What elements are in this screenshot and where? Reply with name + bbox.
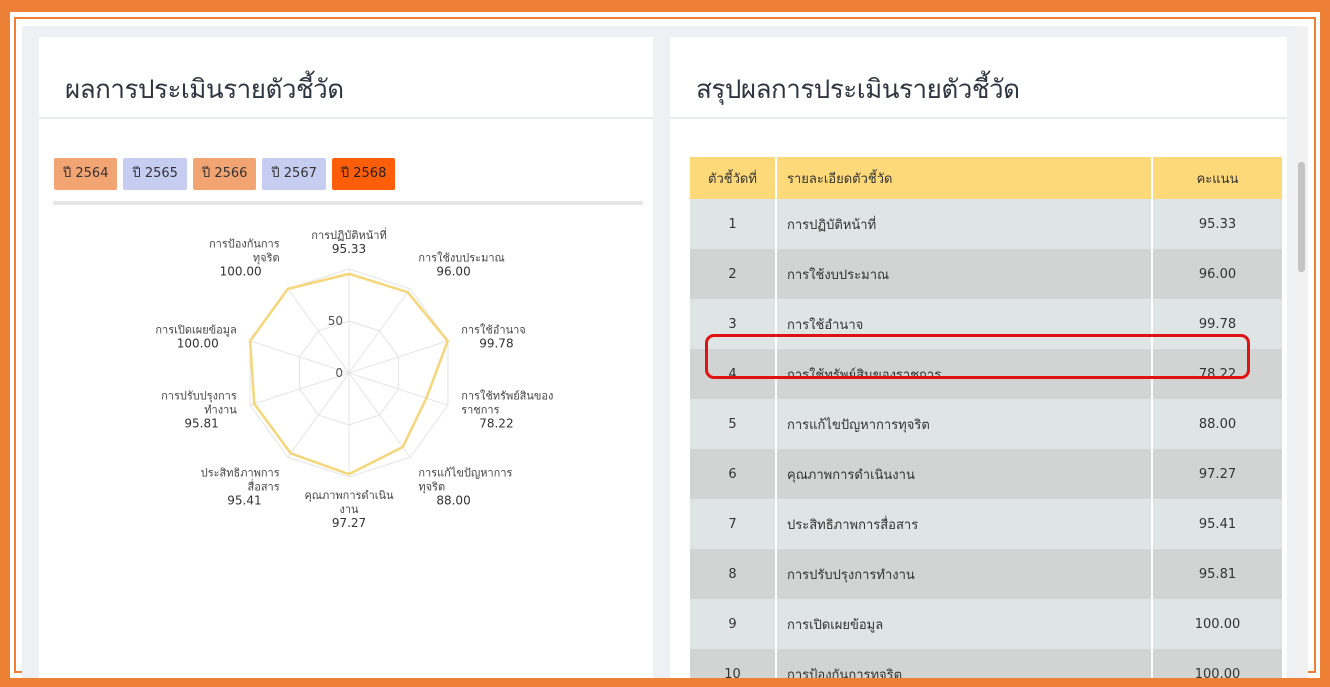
header-detail: รายละเอียดตัวชี้วัด [776, 157, 1153, 199]
radar-ring-label: 0 [335, 366, 343, 380]
radar-axis-label: การเปิดเผยข้อมูล [155, 324, 236, 337]
radar-spoke [287, 288, 350, 374]
row-number: 2 [690, 249, 777, 299]
radar-axis-label: การใช้ทรัพย์สินของ [461, 389, 553, 402]
row-detail: การเปิดเผยข้อมูล [776, 599, 1153, 649]
table-row: 5 การแก้ไขปัญหาการทุจริต 88.00 [690, 399, 1282, 449]
table-row: 2 การใช้งบประมาณ 96.00 [690, 249, 1282, 299]
row-number: 8 [690, 549, 777, 599]
right-panel-header: สรุปผลการประเมินรายตัวชี้วัด [670, 37, 1287, 119]
table-header-row: ตัวชี้วัดที่ รายละเอียดตัวชี้วัด คะแนน [690, 157, 1282, 199]
dashboard-area: ผลการประเมินรายตัวชี้วัด ปี 2564 ปี 2565 ป… [22, 26, 1308, 678]
table-row: 7 ประสิทธิภาพการสื่อสาร 95.41 [690, 499, 1282, 549]
row-score: 95.81 [1152, 549, 1282, 599]
radar-axis-label: การปรับปรุงการ [161, 389, 237, 402]
table-row: 1 การปฏิบัติหน้าที่ 95.33 [690, 199, 1282, 249]
radar-axis-label: ทุจริต [418, 480, 445, 493]
row-score: 97.27 [1152, 449, 1282, 499]
header-score: คะแนน [1152, 157, 1282, 199]
radar-axis-label: ราชการ [461, 403, 499, 416]
row-score: 99.78 [1152, 299, 1282, 349]
row-detail: การใช้ทรัพย์สินของราชการ [776, 349, 1153, 399]
left-panel: ผลการประเมินรายตัวชี้วัด ปี 2564 ปี 2565 ป… [39, 37, 653, 678]
table-row: 10 การป้องกันการทุจริต 100.00 [690, 649, 1282, 678]
row-score: 96.00 [1152, 249, 1282, 299]
radar-axis-label: ประสิทธิภาพการ [201, 466, 280, 479]
row-detail: การปรับปรุงการทำงาน [776, 549, 1153, 599]
radar-ring-label: 50 [328, 314, 343, 328]
row-number: 9 [690, 599, 777, 649]
radar-value-label: 95.33 [332, 242, 366, 256]
radar-axis-label: ทำงาน [204, 403, 237, 416]
radar-spoke [348, 288, 411, 374]
radar-axis-label: การใช้งบประมาณ [418, 252, 504, 265]
table-row: 4 การใช้ทรัพย์สินของราชการ 78.22 [690, 349, 1282, 399]
row-score: 100.00 [1152, 599, 1282, 649]
radar-value-label: 88.00 [436, 493, 470, 507]
row-detail: การป้องกันการทุจริต [776, 649, 1153, 678]
row-number: 6 [690, 449, 777, 499]
table-row: 3 การใช้อำนาจ 99.78 [690, 299, 1282, 349]
radar-spoke [348, 372, 411, 458]
scrollbar-track[interactable] [1295, 26, 1308, 678]
radar-value-label: 100.00 [177, 337, 219, 351]
row-score: 100.00 [1152, 649, 1282, 678]
row-number: 10 [690, 649, 777, 678]
row-detail: การปฏิบัติหน้าที่ [776, 199, 1153, 249]
radar-axis-label: ทุจริต [253, 252, 280, 265]
radar-axis-label: การแก้ไขปัญหาการ [418, 466, 512, 479]
radar-axis-label: คุณภาพการดำเนิน [304, 489, 394, 502]
row-detail: การแก้ไขปัญหาการทุจริต [776, 399, 1153, 449]
row-detail: คุณภาพการดำเนินงาน [776, 449, 1153, 499]
indicator-table: ตัวชี้วัดที่ รายละเอียดตัวชี้วัด คะแนน 1… [690, 157, 1282, 678]
row-number: 4 [690, 349, 777, 399]
right-panel-title: สรุปผลการประเมินรายตัวชี้วัด [696, 75, 1020, 105]
radar-axis-label: การใช้อำนาจ [461, 324, 526, 337]
radar-chart: 050การปฏิบัติหน้าที่95.33การใช้งบประมาณ9… [155, 227, 553, 530]
table-row: 6 คุณภาพการดำเนินงาน 97.27 [690, 449, 1282, 499]
radar-value-label: 97.27 [332, 516, 366, 530]
radar-value-label: 99.78 [479, 337, 513, 351]
radar-axis-label: งาน [339, 503, 359, 516]
radar-value-label: 96.00 [436, 265, 470, 279]
row-number: 3 [690, 299, 777, 349]
radar-value-label: 78.22 [479, 416, 513, 430]
row-score: 88.00 [1152, 399, 1282, 449]
right-panel: สรุปผลการประเมินรายตัวชี้วัด ตัวชี้วัดที… [670, 37, 1287, 678]
row-detail: ประสิทธิภาพการสื่อสาร [776, 499, 1153, 549]
row-number: 7 [690, 499, 777, 549]
row-number: 1 [690, 199, 777, 249]
radar-value-label: 95.41 [227, 493, 261, 507]
radar-spoke [287, 372, 350, 458]
radar-value-label: 100.00 [220, 265, 262, 279]
row-number: 5 [690, 399, 777, 449]
header-number: ตัวชี้วัดที่ [690, 157, 777, 199]
row-score: 95.41 [1152, 499, 1282, 549]
radar-axis-label: การปฏิบัติหน้าที่ [311, 227, 386, 242]
radar-axis-label: สื่อสาร [248, 478, 280, 493]
scrollbar-thumb[interactable] [1298, 162, 1305, 272]
row-score: 78.22 [1152, 349, 1282, 399]
table-row: 8 การปรับปรุงการทำงาน 95.81 [690, 549, 1282, 599]
row-detail: การใช้งบประมาณ [776, 249, 1153, 299]
radar-axis-label: การป้องกันการ [209, 238, 280, 251]
row-score: 95.33 [1152, 199, 1282, 249]
row-detail: การใช้อำนาจ [776, 299, 1153, 349]
table-row: 9 การเปิดเผยข้อมูล 100.00 [690, 599, 1282, 649]
radar-value-label: 95.81 [184, 416, 218, 430]
